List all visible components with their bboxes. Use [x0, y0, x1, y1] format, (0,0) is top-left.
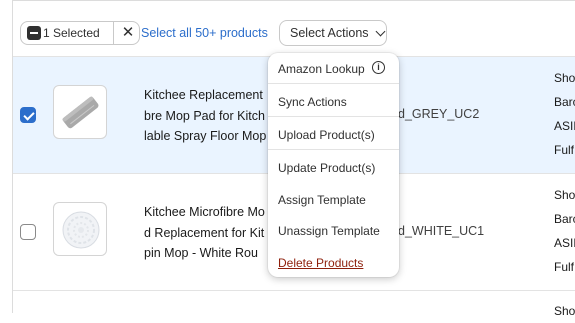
meta-line: ASIN — [554, 119, 575, 133]
menu-item-assign-template[interactable]: Assign Template — [278, 193, 366, 207]
menu-divider — [268, 149, 399, 150]
product-meta: Sho Barc ASIN Fulf — [554, 66, 575, 162]
select-all-link[interactable]: Select all 50+ products — [141, 26, 268, 40]
menu-item-update-products[interactable]: Update Product(s) — [278, 161, 375, 175]
meta-line: Barc — [554, 212, 575, 226]
meta-line: Barc — [554, 95, 575, 109]
product-sku: d_GREY_UC2 — [398, 107, 480, 121]
meta-line: Sho — [554, 188, 575, 202]
product-meta: Sho Barc ASIN Fulf — [554, 183, 575, 279]
menu-item-unassign-template[interactable]: Unassign Template — [278, 224, 380, 238]
selected-count-label: 1 Selected — [43, 26, 100, 40]
product-thumbnail — [53, 85, 107, 139]
bulk-actions-toolbar: 1 Selected ✕ Select all 50+ products Sel… — [12, 12, 575, 56]
title-line: Kitchee Replacement — [144, 88, 263, 102]
actions-menu: Amazon Lookup i Sync Actions Upload Prod… — [268, 53, 399, 277]
chevron-down-icon — [375, 26, 385, 36]
meta-line: Sho — [554, 304, 575, 318]
title-line: pin Mop - White Rou — [144, 246, 258, 260]
pill-divider — [113, 22, 114, 44]
indeterminate-checkbox[interactable] — [27, 26, 41, 40]
close-icon[interactable]: ✕ — [117, 22, 139, 44]
menu-item-upload-products[interactable]: Upload Product(s) — [278, 128, 375, 142]
title-line: bre Mop Pad for Kitch — [144, 108, 265, 123]
menu-divider — [268, 116, 399, 117]
meta-line: ASIN — [554, 236, 575, 250]
info-icon[interactable]: i — [372, 61, 385, 74]
row-checkbox[interactable] — [20, 107, 36, 123]
meta-line: Fulf — [554, 260, 575, 274]
product-thumbnail — [53, 202, 107, 256]
menu-item-delete-products[interactable]: Delete Products — [278, 256, 363, 270]
meta-line: Fulf — [554, 143, 575, 157]
menu-item-sync-actions[interactable]: Sync Actions — [278, 95, 347, 109]
title-line: Kitchee Microfibre Mo — [144, 205, 265, 219]
spin-mop-head-image — [62, 211, 100, 249]
menu-item-amazon-lookup[interactable]: Amazon Lookup — [278, 62, 365, 76]
menu-divider — [268, 83, 399, 84]
selected-count-pill: 1 Selected ✕ — [20, 21, 140, 45]
meta-line: Sho — [554, 71, 575, 85]
product-title[interactable]: Kitchee Replacement bre Mop Pad for Kitc… — [144, 85, 266, 147]
select-actions-button[interactable]: Select Actions — [279, 20, 387, 46]
row-checkbox[interactable] — [20, 224, 36, 240]
mop-pad-image — [62, 96, 99, 129]
title-line: d Replacement for Kit — [144, 225, 265, 240]
table-row[interactable]: Sho — [13, 290, 575, 321]
product-sku: d_WHITE_UC1 — [398, 224, 485, 238]
title-line: lable Spray Floor Mop — [144, 129, 267, 143]
product-meta: Sho — [554, 299, 575, 323]
select-actions-label: Select Actions — [290, 26, 369, 40]
product-title[interactable]: Kitchee Microfibre Mo d Replacement for … — [144, 202, 265, 264]
